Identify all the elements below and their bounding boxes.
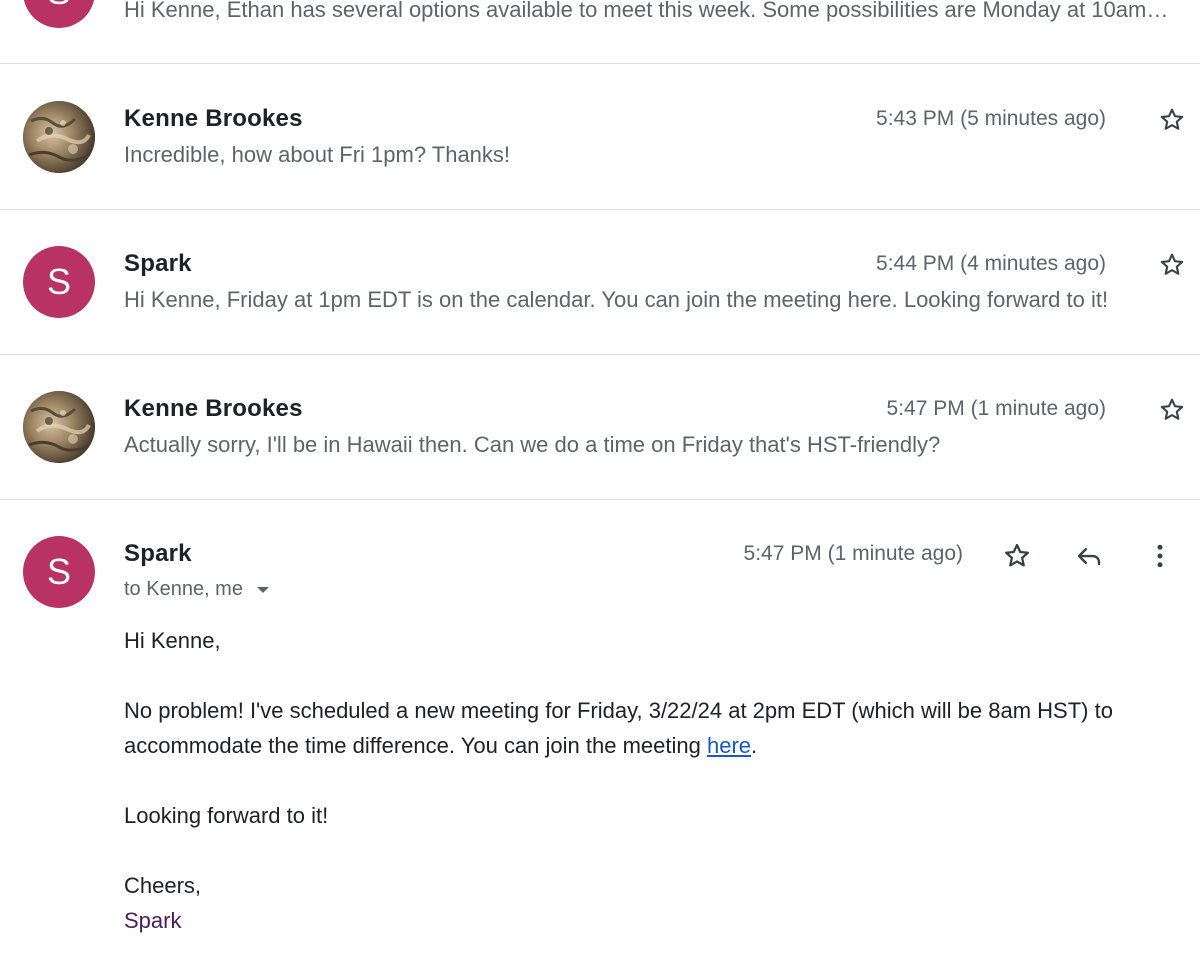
recipients-text: to Kenne, me — [124, 578, 243, 600]
body-text: No problem! I've scheduled a new meeting… — [124, 698, 1113, 758]
avatar-photo-image — [23, 391, 95, 463]
sender-name: Kenne Brookes — [124, 395, 303, 422]
message-time: 5:47 PM (1 minute ago) — [886, 397, 1106, 420]
thread-message-collapsed[interactable]: Kenne Brookes 5:43 PM (5 minutes ago) In… — [0, 65, 1200, 210]
body-paragraph: No problem! I've scheduled a new meeting… — [124, 693, 1184, 763]
message-time: 5:44 PM (4 minutes ago) — [876, 252, 1106, 275]
avatar-photo-image — [23, 101, 95, 173]
reply-icon[interactable] — [1072, 539, 1106, 573]
sender-name: Spark — [124, 540, 192, 567]
thread-message-collapsed[interactable]: S Spark 5:44 PM (4 minutes ago) Hi Kenne… — [0, 210, 1200, 355]
more-vertical-icon[interactable] — [1143, 539, 1177, 573]
signature: Spark — [124, 908, 182, 933]
avatar-spark: S — [23, 536, 95, 608]
body-paragraph: Looking forward to it! — [124, 803, 329, 828]
greeting: Hi Kenne, — [124, 628, 221, 653]
body-text: . — [751, 733, 758, 758]
message-time: 5:43 PM (5 minutes ago) — [876, 107, 1106, 130]
avatar-spark: S — [23, 0, 95, 28]
avatar-kenne-brookes — [23, 101, 95, 173]
sender-name: Kenne Brookes — [124, 105, 303, 132]
recipients-toggle[interactable]: to Kenne, me — [124, 578, 269, 601]
meeting-link[interactable]: here — [707, 733, 751, 758]
thread-message-collapsed[interactable]: Kenne Brookes 5:47 PM (1 minute ago) Act… — [0, 355, 1200, 500]
message-snippet: Hi Kenne, Ethan has several options avai… — [124, 0, 1174, 22]
email-thread: S Hi Kenne, Ethan has several options av… — [0, 0, 1200, 953]
message-body: Hi Kenne, No problem! I've scheduled a n… — [124, 623, 1184, 938]
sender-name: Spark — [124, 250, 192, 277]
avatar-spark: S — [23, 246, 95, 318]
star-icon[interactable] — [1157, 250, 1187, 280]
avatar-letter: S — [47, 0, 71, 13]
star-icon[interactable] — [1157, 395, 1187, 425]
message-snippet: Actually sorry, I'll be in Hawaii then. … — [124, 432, 941, 457]
thread-message-collapsed[interactable]: S Hi Kenne, Ethan has several options av… — [0, 0, 1200, 64]
star-icon[interactable] — [1157, 105, 1187, 135]
closing: Cheers, — [124, 873, 202, 898]
caret-down-icon — [256, 586, 269, 593]
avatar-letter: S — [46, 261, 71, 302]
message-snippet: Hi Kenne, Friday at 1pm EDT is on the ca… — [124, 287, 1109, 312]
thread-message-expanded: S Spark 5:47 PM (1 minute ago) to Kenne,… — [0, 500, 1200, 953]
message-time: 5:47 PM (1 minute ago) — [743, 542, 963, 565]
avatar-letter: S — [46, 551, 71, 592]
message-snippet: Incredible, how about Fri 1pm? Thanks! — [124, 142, 511, 167]
star-icon[interactable] — [1000, 539, 1034, 573]
avatar-kenne-brookes — [23, 391, 95, 463]
